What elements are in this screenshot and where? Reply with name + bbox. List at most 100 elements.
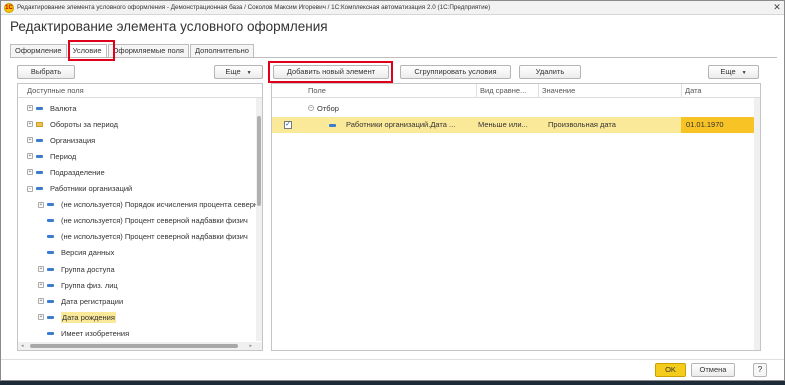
horizontal-scrollbar[interactable]: ◂ ▸ (18, 342, 262, 350)
field-icon (47, 283, 54, 287)
table-vertical-scrollbar[interactable] (754, 98, 760, 350)
column-field[interactable]: Поле (302, 84, 476, 98)
tree-item-label: Период (50, 151, 77, 161)
tree-item-label: Группа доступа (61, 264, 115, 274)
tree-item[interactable]: + Дата регистрации (38, 293, 123, 309)
h-scroll-thumb[interactable] (30, 344, 238, 348)
condition-tab-highlight (68, 40, 115, 61)
chevron-down-icon: ▼ (246, 70, 252, 76)
window-title: Редактирование элемента условного оформл… (17, 4, 491, 11)
left-more-button[interactable]: Еще ▼ (214, 65, 263, 79)
column-date[interactable]: Дата (681, 84, 760, 98)
filter-group-label: Отбор (317, 103, 339, 113)
column-check (272, 84, 302, 98)
expand-icon[interactable]: + (38, 201, 44, 208)
tree-item-label: Дата рождения (61, 311, 116, 323)
expand-icon[interactable]: + (27, 153, 33, 160)
dialog-window: 1С Редактирование элемента условного офо… (0, 0, 785, 381)
field-icon (47, 267, 54, 271)
scroll-right-icon[interactable]: ▸ (249, 343, 252, 349)
column-comparison[interactable]: Вид сравне... (476, 84, 538, 98)
right-more-label: Еще (720, 67, 736, 76)
cancel-button[interactable]: Отмена (691, 363, 735, 377)
tree-item-label: Имеет изобретения (61, 328, 130, 338)
field-icon (36, 170, 43, 174)
field-icon (47, 203, 54, 207)
page-title: Редактирование элемента условного оформл… (10, 19, 328, 34)
field-icon (36, 154, 43, 158)
field-icon (329, 124, 336, 127)
expand-icon (38, 234, 44, 240)
delete-button[interactable]: Удалить (519, 65, 581, 79)
collapse-icon[interactable]: − (308, 105, 314, 111)
tree-item[interactable]: + Группа доступа (38, 261, 115, 277)
field-icon (47, 299, 54, 303)
tab-formatting[interactable]: Оформление (10, 44, 67, 57)
column-value[interactable]: Значение (538, 84, 681, 98)
expand-icon[interactable]: + (38, 298, 44, 305)
row-checkbox[interactable]: ✓ (284, 121, 292, 129)
tree-item-label: Работники организаций (50, 184, 133, 193)
expand-icon[interactable]: + (27, 121, 33, 128)
expand-icon[interactable]: + (27, 105, 33, 111)
expand-icon[interactable]: + (27, 137, 33, 144)
field-icon (47, 219, 54, 223)
left-more-label: Еще (225, 67, 241, 76)
field-icon (47, 251, 54, 255)
scroll-thumb[interactable] (257, 116, 261, 206)
tab-bar: Оформление Условие Оформляемые поля Допо… (10, 44, 255, 57)
tree-item[interactable]: (не используется) Процент северной надба… (38, 213, 248, 229)
help-button[interactable]: ? (753, 363, 767, 377)
table-header: Поле Вид сравне... Значение Дата (272, 84, 760, 98)
group-conditions-button[interactable]: Сгруппировать условия (400, 65, 511, 79)
available-fields-panel: Доступные поля + Валюта + Обороты за период… (17, 83, 263, 351)
row-value[interactable]: Произвольная дата (548, 118, 616, 132)
collapse-icon[interactable]: − (27, 185, 33, 192)
vertical-scrollbar[interactable] (256, 98, 262, 341)
tree-item[interactable]: + (не используется) Порядок исчисления пр… (38, 197, 258, 213)
expand-icon[interactable]: + (38, 282, 44, 289)
tree-item[interactable]: Имеет изобретения (38, 325, 129, 341)
tree-item[interactable]: (не используется) Процент северной надба… (38, 229, 248, 245)
tree-item[interactable]: + Подразделение (27, 164, 105, 180)
tree-item-label: Подразделение (50, 167, 105, 177)
tree-item-label: (не используется) Процент северной надба… (61, 216, 248, 226)
tree-item[interactable]: + Дата рождения (38, 309, 116, 325)
tree-item-label: Валюта (50, 103, 77, 113)
row-field[interactable]: Работники организаций.Дата ... (346, 118, 455, 132)
right-more-button[interactable]: Еще ▼ (708, 65, 759, 79)
tab-additional[interactable]: Дополнительно (189, 44, 254, 57)
expand-icon[interactable]: + (38, 266, 44, 272)
tab-divider (10, 57, 777, 58)
tree-item-label: Группа физ. лиц (61, 280, 118, 290)
tree-item-label: Организация (50, 135, 96, 145)
tree-item[interactable]: + Обороты за период (27, 116, 118, 132)
field-icon (47, 235, 54, 239)
select-button[interactable]: Выбрать (17, 65, 75, 79)
tree-item[interactable]: + Группа физ. лиц (38, 277, 118, 293)
row-date[interactable]: 01.01.1970 (686, 118, 724, 132)
tree-item[interactable]: + Валюта (27, 100, 77, 116)
filter-group-row[interactable]: − Отбор (308, 100, 339, 116)
tab-formatted-fields[interactable]: Оформляемые поля (107, 44, 189, 57)
field-icon (36, 138, 43, 142)
scroll-left-icon[interactable]: ◂ (21, 343, 24, 349)
available-fields-header: Доступные поля (18, 84, 262, 98)
tree-item-label: Обороты за период (50, 119, 119, 129)
tree-item[interactable]: − Работники организаций (27, 181, 132, 197)
folder-icon (36, 121, 43, 127)
row-comparison[interactable]: Меньше или... (478, 118, 528, 132)
field-icon (36, 106, 43, 110)
title-bar: 1С Редактирование элемента условного офо… (1, 1, 784, 15)
ok-button[interactable]: OK (655, 363, 686, 377)
tree-item-label: (не используется) Порядок исчисления про… (61, 200, 259, 210)
expand-icon[interactable]: + (27, 169, 33, 176)
expand-icon (38, 218, 44, 224)
close-icon[interactable]: ✕ (770, 2, 784, 13)
tree-item[interactable]: + Организация (27, 132, 95, 148)
field-icon (36, 187, 43, 190)
field-icon (47, 331, 54, 335)
tree-item[interactable]: Версия данных (38, 245, 114, 261)
expand-icon[interactable]: + (38, 314, 44, 321)
tree-item[interactable]: + Период (27, 148, 76, 164)
